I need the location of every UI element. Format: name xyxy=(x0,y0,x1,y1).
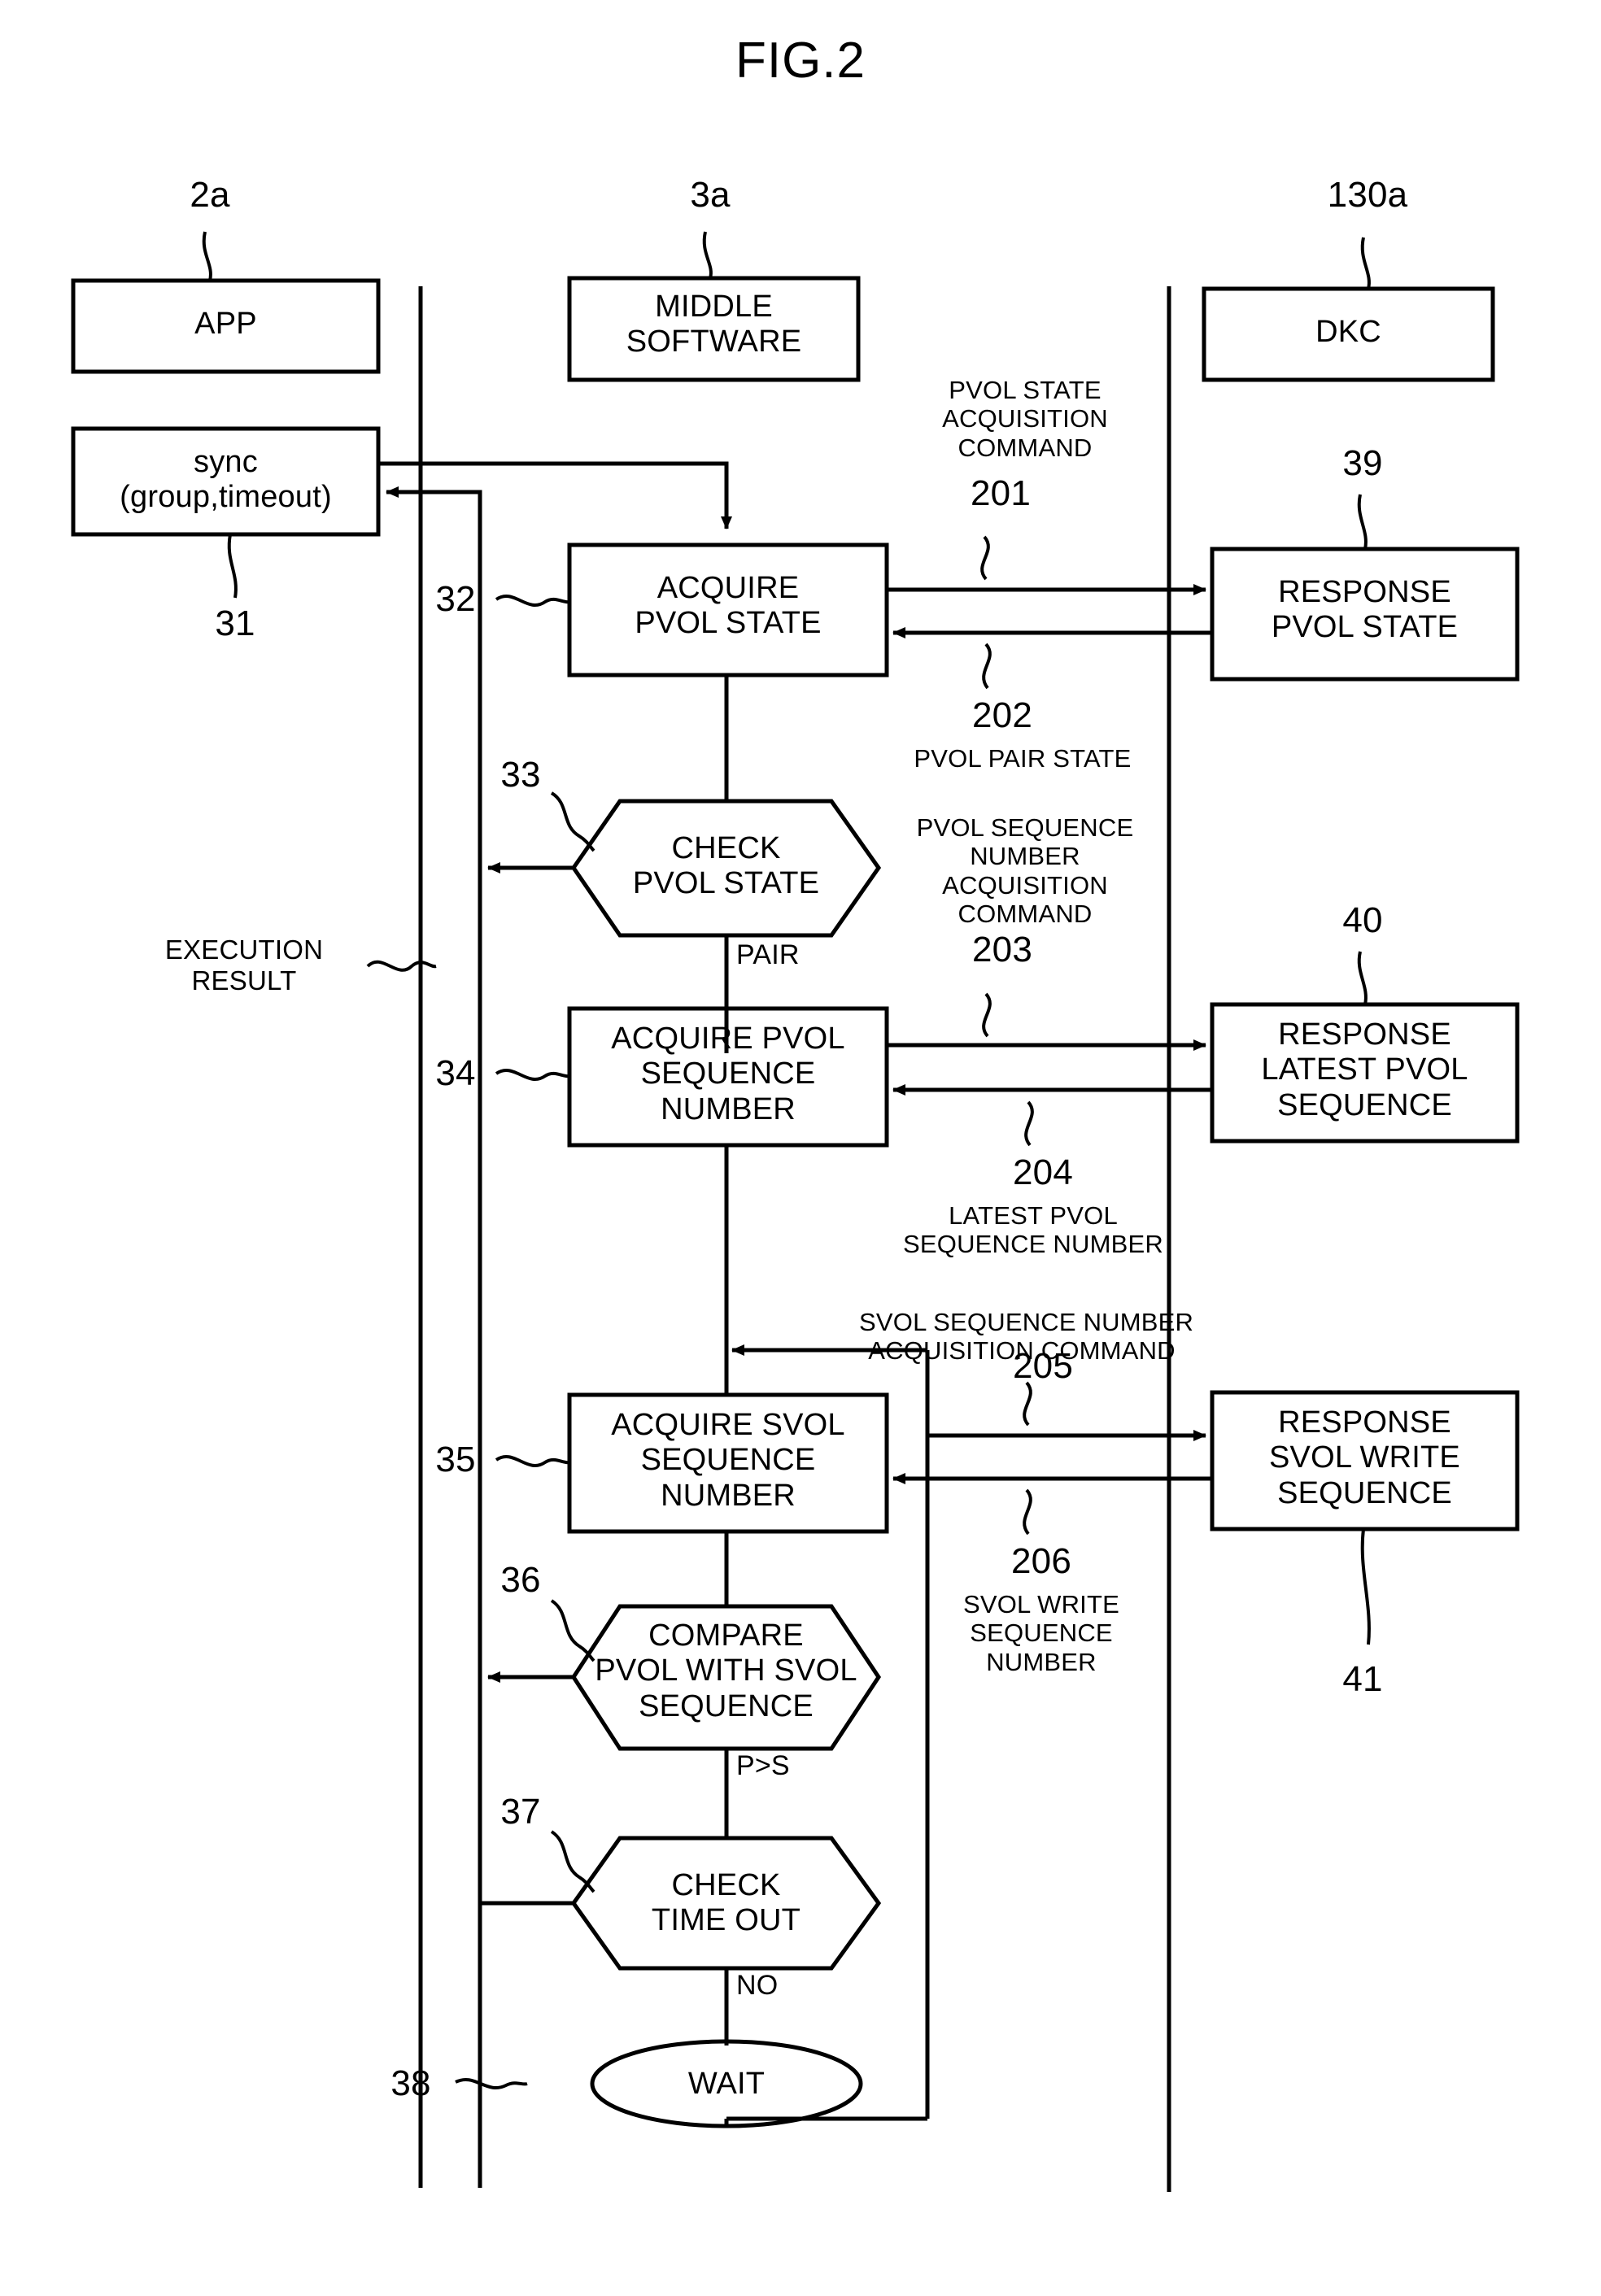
leader-31 xyxy=(227,534,238,599)
ref-37: 37 xyxy=(500,1792,541,1832)
return-arrow-to-sync xyxy=(386,486,482,2188)
ref-130a: 130a xyxy=(1327,175,1408,215)
app-label: APP xyxy=(194,307,257,341)
leader-204 xyxy=(1024,1100,1034,1147)
leader-130a xyxy=(1360,237,1371,290)
ref-2a: 2a xyxy=(190,175,230,215)
edge-label-pair: PAIR xyxy=(736,939,800,970)
msg-203-label: PVOL SEQUENCE NUMBER ACQUISITION COMMAND xyxy=(916,813,1134,928)
msg-202-ref: 202 xyxy=(971,695,1032,735)
ref-41: 41 xyxy=(1342,1659,1383,1699)
leader-35 xyxy=(495,1455,570,1467)
dkc-box-39-label: RESPONSE PVOL STATE xyxy=(1271,575,1459,645)
leader-32 xyxy=(495,595,570,607)
dkc-box-41-label: RESPONSE SVOL WRITE SEQUENCE xyxy=(1269,1405,1460,1510)
sync-box-label: sync (group,timeout) xyxy=(120,445,332,515)
ref-36: 36 xyxy=(500,1560,541,1600)
execution-result-label: EXECUTION RESULT xyxy=(164,935,324,996)
ref-35: 35 xyxy=(435,1440,476,1479)
leader-205 xyxy=(1023,1381,1032,1427)
leader-206 xyxy=(1023,1488,1032,1536)
leader-202 xyxy=(982,643,992,690)
ref-31: 31 xyxy=(215,603,255,643)
ref-3a: 3a xyxy=(690,175,731,215)
leader-203 xyxy=(982,992,992,1038)
step-36-label: COMPARE PVOL WITH SVOL SEQUENCE xyxy=(595,1619,857,1723)
leader-41 xyxy=(1360,1528,1371,1645)
call-arrow-sync-to-acquire xyxy=(378,461,732,529)
msg-206-label: SVOL WRITE SEQUENCE NUMBER xyxy=(962,1590,1120,1676)
leader-3a xyxy=(702,231,713,279)
msg-205-ref: 205 xyxy=(1012,1346,1073,1386)
step-32-label: ACQUIRE PVOL STATE xyxy=(635,571,822,641)
figure-canvas: FIG.2 2a 3a 130a APP MIDDLE SOFTWARE DKC… xyxy=(0,0,1601,2296)
leader-38 xyxy=(455,2077,528,2090)
leader-40 xyxy=(1357,951,1368,1005)
msg-202-label: PVOL PAIR STATE xyxy=(914,744,1132,773)
step-34-label: ACQUIRE PVOL SEQUENCE NUMBER xyxy=(611,1022,845,1126)
msg-204-label: LATEST PVOL SEQUENCE NUMBER xyxy=(903,1201,1163,1259)
dkc-box-40-label: RESPONSE LATEST PVOL SEQUENCE xyxy=(1261,1017,1468,1122)
ref-39: 39 xyxy=(1342,443,1383,483)
ref-34: 34 xyxy=(435,1053,476,1093)
msg-201-label: PVOL STATE ACQUISITION COMMAND xyxy=(942,376,1108,462)
leader-2a xyxy=(202,231,212,281)
ref-38: 38 xyxy=(390,2063,431,2103)
figure-title: FIG.2 xyxy=(735,33,866,89)
edge-label-pgts: P>S xyxy=(736,1750,790,1781)
step-37-label: CHECK TIME OUT xyxy=(651,1868,801,1938)
msg-206-ref: 206 xyxy=(1010,1541,1071,1581)
dkc-label: DKC xyxy=(1315,315,1381,349)
msg-204-ref: 204 xyxy=(1012,1152,1073,1192)
ref-40: 40 xyxy=(1342,900,1383,940)
middleware-label: MIDDLE SOFTWARE xyxy=(626,290,802,359)
leader-execution-result xyxy=(366,960,437,972)
ref-32: 32 xyxy=(435,579,476,619)
leader-201 xyxy=(980,535,990,581)
msg-203-ref: 203 xyxy=(971,930,1032,969)
step-35-label: ACQUIRE SVOL SEQUENCE NUMBER xyxy=(611,1408,845,1513)
step-33-label: CHECK PVOL STATE xyxy=(632,831,820,901)
leader-34 xyxy=(495,1069,570,1081)
leader-39 xyxy=(1357,494,1368,550)
step-38-label: WAIT xyxy=(687,2067,766,2101)
msg-201-ref: 201 xyxy=(970,473,1031,513)
ref-33: 33 xyxy=(500,755,541,795)
edge-label-no: NO xyxy=(736,1970,779,2001)
